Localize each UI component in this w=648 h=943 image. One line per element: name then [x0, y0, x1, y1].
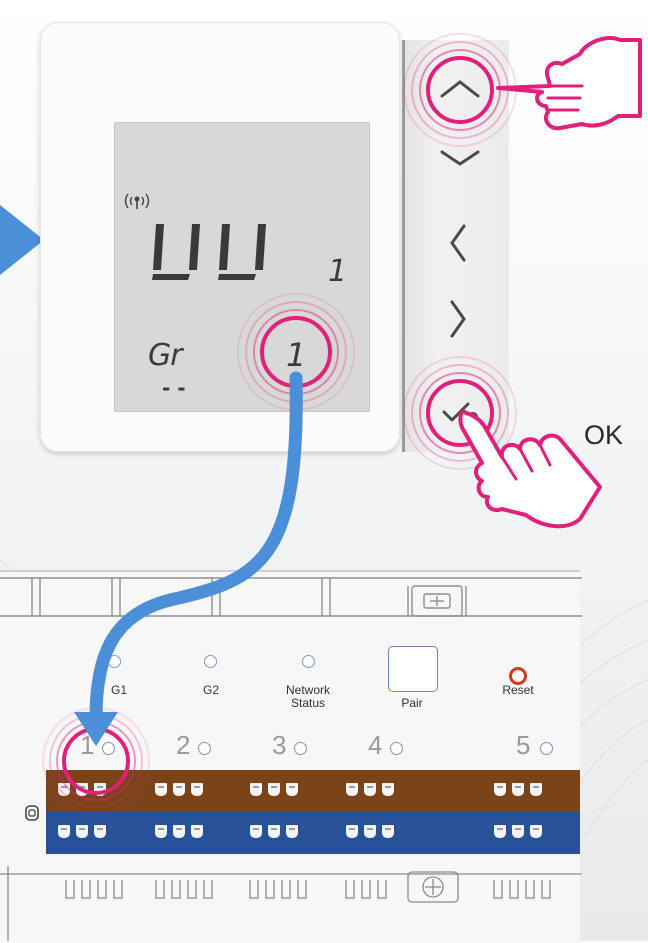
mapping-arrow: [74, 371, 303, 746]
